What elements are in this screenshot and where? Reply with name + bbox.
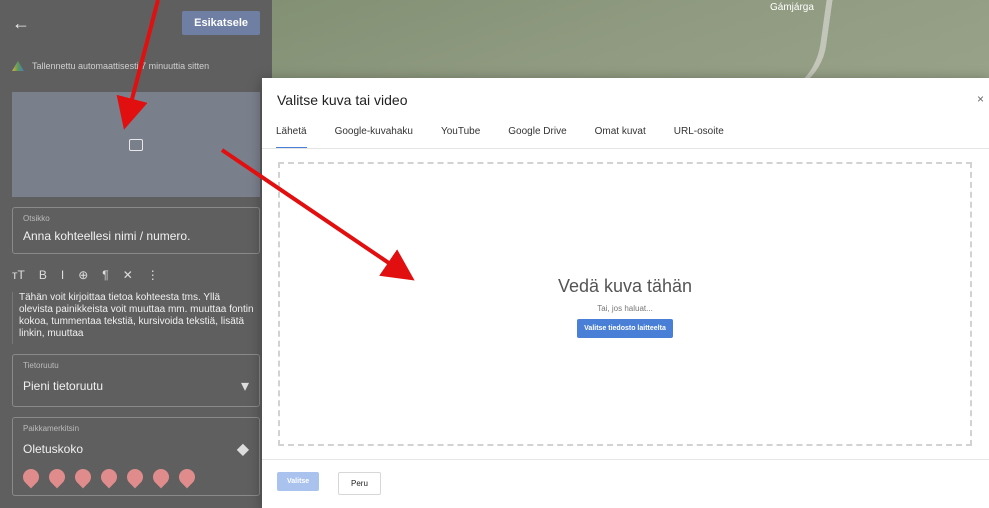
annotation-arrows bbox=[116, 0, 415, 281]
arrow-to-image-icon bbox=[116, 0, 160, 130]
arrow-to-drop-zone bbox=[220, 148, 415, 281]
